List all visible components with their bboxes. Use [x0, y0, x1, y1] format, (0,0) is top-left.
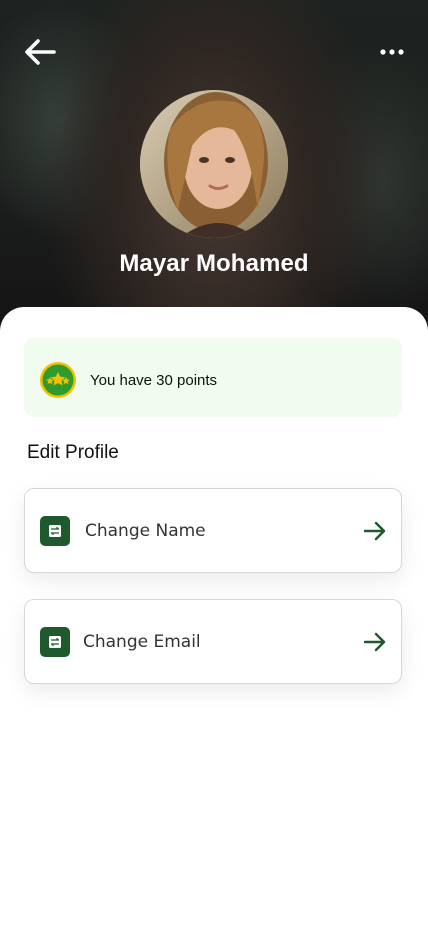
avatar-photo — [140, 90, 288, 238]
profile-sheet: You have 30 points Edit Profile Change N… — [0, 307, 428, 926]
profile-header: Mayar Mohamed — [0, 0, 428, 330]
more-options-button[interactable] — [378, 38, 406, 66]
more-horizontal-icon — [380, 49, 404, 55]
arrow-right-icon — [363, 632, 386, 652]
swap-icon — [40, 516, 70, 546]
change-name-label: Change Name — [85, 521, 206, 541]
change-name-button[interactable]: Change Name — [24, 488, 402, 573]
avatar — [140, 90, 288, 238]
arrow-right-icon — [363, 521, 386, 541]
points-card: You have 30 points — [24, 338, 402, 417]
back-button[interactable] — [22, 36, 58, 68]
user-name: Mayar Mohamed — [119, 250, 309, 277]
change-email-button[interactable]: Change Email — [24, 599, 402, 684]
arrow-left-icon — [25, 39, 56, 65]
swap-icon — [40, 627, 70, 657]
change-email-label: Change Email — [83, 632, 201, 652]
edit-profile-title: Edit Profile — [27, 442, 119, 463]
stars-badge-icon — [40, 362, 76, 398]
points-text: You have 30 points — [90, 372, 218, 389]
